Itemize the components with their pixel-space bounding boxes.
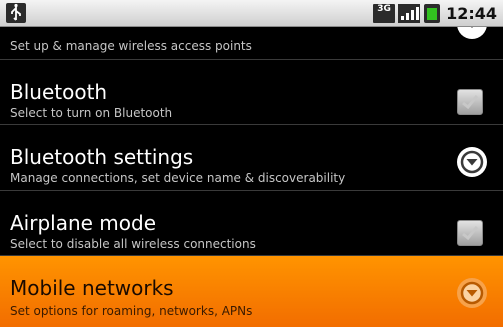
airplane-mode-checkbox[interactable] <box>457 220 483 246</box>
status-time: 12:44 <box>446 4 497 23</box>
setting-summary: Set up & manage wireless access points <box>10 39 252 53</box>
usb-icon <box>6 3 26 23</box>
setting-summary: Set options for roaming, networks, APNs <box>10 304 253 318</box>
chevron-down-icon[interactable] <box>457 278 487 308</box>
setting-item-airplane-mode[interactable]: Airplane mode Select to disable all wire… <box>0 191 503 256</box>
setting-title: Airplane mode <box>10 211 157 235</box>
settings-list: Set up & manage wireless access points B… <box>0 27 503 327</box>
setting-title: Bluetooth settings <box>10 145 194 169</box>
status-bar: 3G 12:44 <box>0 0 503 27</box>
setting-item-bluetooth[interactable]: Bluetooth Select to turn on Bluetooth <box>0 60 503 125</box>
setting-item-bluetooth-settings[interactable]: Bluetooth settings Manage connections, s… <box>0 125 503 191</box>
setting-title: Bluetooth <box>10 80 108 104</box>
setting-summary: Select to disable all wireless connectio… <box>10 237 256 251</box>
chevron-down-icon[interactable] <box>457 27 487 39</box>
battery-icon <box>424 4 441 23</box>
bluetooth-checkbox[interactable] <box>457 89 483 115</box>
chevron-down-icon[interactable] <box>457 147 487 177</box>
setting-title: Mobile networks <box>10 276 174 300</box>
3g-icon: 3G <box>373 4 396 23</box>
setting-summary: Select to turn on Bluetooth <box>10 106 173 120</box>
signal-icon <box>398 4 421 23</box>
setting-item-mobile-networks[interactable]: Mobile networks Set options for roaming,… <box>0 256 503 327</box>
setting-item-wifi-settings[interactable]: Set up & manage wireless access points <box>0 27 503 60</box>
setting-summary: Manage connections, set device name & di… <box>10 171 346 185</box>
